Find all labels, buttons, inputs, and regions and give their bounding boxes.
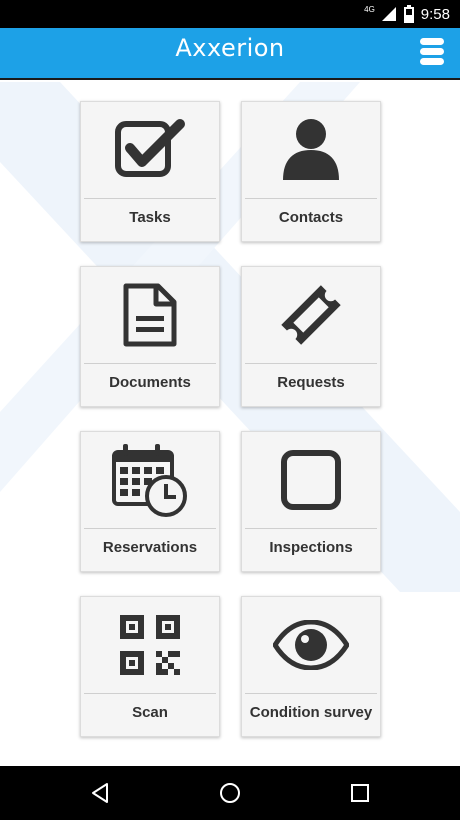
system-nav-bar [0,766,460,820]
checkbox-checked-icon [115,119,185,177]
tile-label: Reservations [102,539,198,556]
tile-tasks[interactable]: Tasks [80,101,220,242]
tile-label: Requests [277,374,345,391]
home-icon[interactable] [216,779,244,807]
checkbox-empty-icon [281,450,341,510]
document-icon [123,283,177,347]
network-label: 4G [364,4,375,14]
eye-icon [273,620,349,670]
tile-label: Scan [132,704,168,721]
tile-label: Condition survey [249,704,373,721]
tile-scan[interactable]: Scan [80,596,220,737]
app-logo: Axxerion [175,34,285,62]
qr-code-icon [120,615,180,675]
recents-icon[interactable] [346,779,374,807]
tile-label: Tasks [129,209,171,226]
tile-label: Documents [109,374,191,391]
status-bar: 4G 9:58 [0,0,460,28]
clock: 9:58 [420,5,450,23]
status-icons: 4G 9:58 [364,0,450,28]
tile-condition-survey[interactable]: Condition survey [241,596,381,737]
tile-contacts[interactable]: Contacts [241,101,381,242]
calendar-clock-icon [112,444,187,517]
person-icon [283,119,339,180]
back-icon[interactable] [86,779,114,807]
tile-label: Inspections [269,539,353,556]
main-grid: Tasks Contacts Documents Requests Reserv… [0,82,460,766]
signal-icon [381,7,396,21]
background-watermark [0,82,460,592]
app-bar: Axxerion [0,28,460,80]
tile-label: Contacts [278,209,344,226]
tile-reservations[interactable]: Reservations [80,431,220,572]
tile-inspections[interactable]: Inspections [241,431,381,572]
hamburger-menu-icon[interactable] [420,38,444,70]
tile-documents[interactable]: Documents [80,266,220,407]
tile-requests[interactable]: Requests [241,266,381,407]
battery-icon [403,5,414,23]
ticket-icon [281,285,341,345]
